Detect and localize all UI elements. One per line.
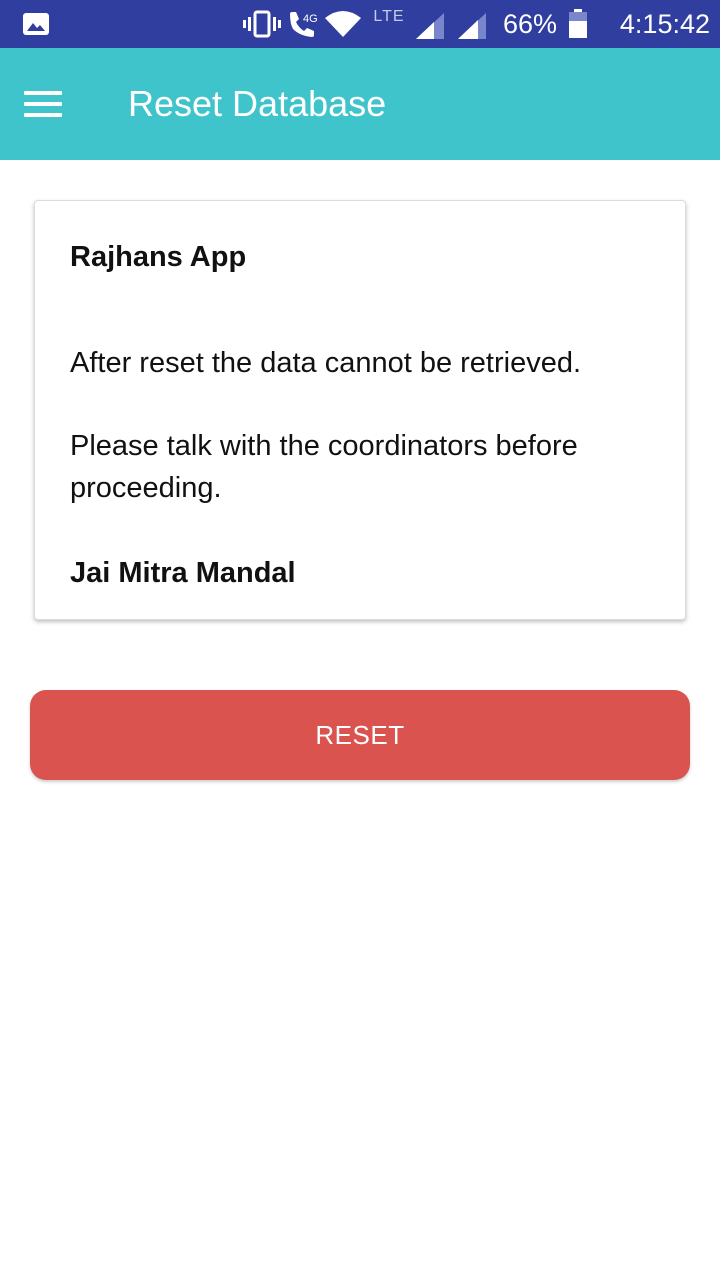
hamburger-menu-icon <box>24 91 62 117</box>
gallery-icon <box>22 12 50 36</box>
signal-icon <box>456 12 488 40</box>
svg-text:4G: 4G <box>303 13 318 25</box>
card-title: Rajhans App <box>70 241 247 273</box>
info-card: Rajhans App After reset the data cannot … <box>34 200 686 620</box>
battery-percent: 66% <box>502 8 558 39</box>
app-bar: Reset Database <box>0 48 720 160</box>
advice-text: Please talk with the coordinators before… <box>70 430 578 504</box>
signal-icon <box>414 12 446 40</box>
signature-text: Jai Mitra Mandal <box>70 557 296 589</box>
status-bar: 4G LTE 66% 4:15:42 <box>0 0 720 48</box>
wifi-call-icon: 4G <box>286 8 322 40</box>
battery-icon <box>566 8 590 40</box>
vibrate-icon <box>242 10 282 38</box>
wifi-icon <box>324 10 362 38</box>
page-title: Reset Database <box>128 83 387 124</box>
clock: 4:15:42 <box>619 8 710 39</box>
reset-button[interactable]: RESET <box>30 690 690 780</box>
warning-text: After reset the data cannot be retrieved… <box>70 347 582 379</box>
lte-label: LTE <box>373 8 405 25</box>
menu-button[interactable] <box>24 82 88 126</box>
